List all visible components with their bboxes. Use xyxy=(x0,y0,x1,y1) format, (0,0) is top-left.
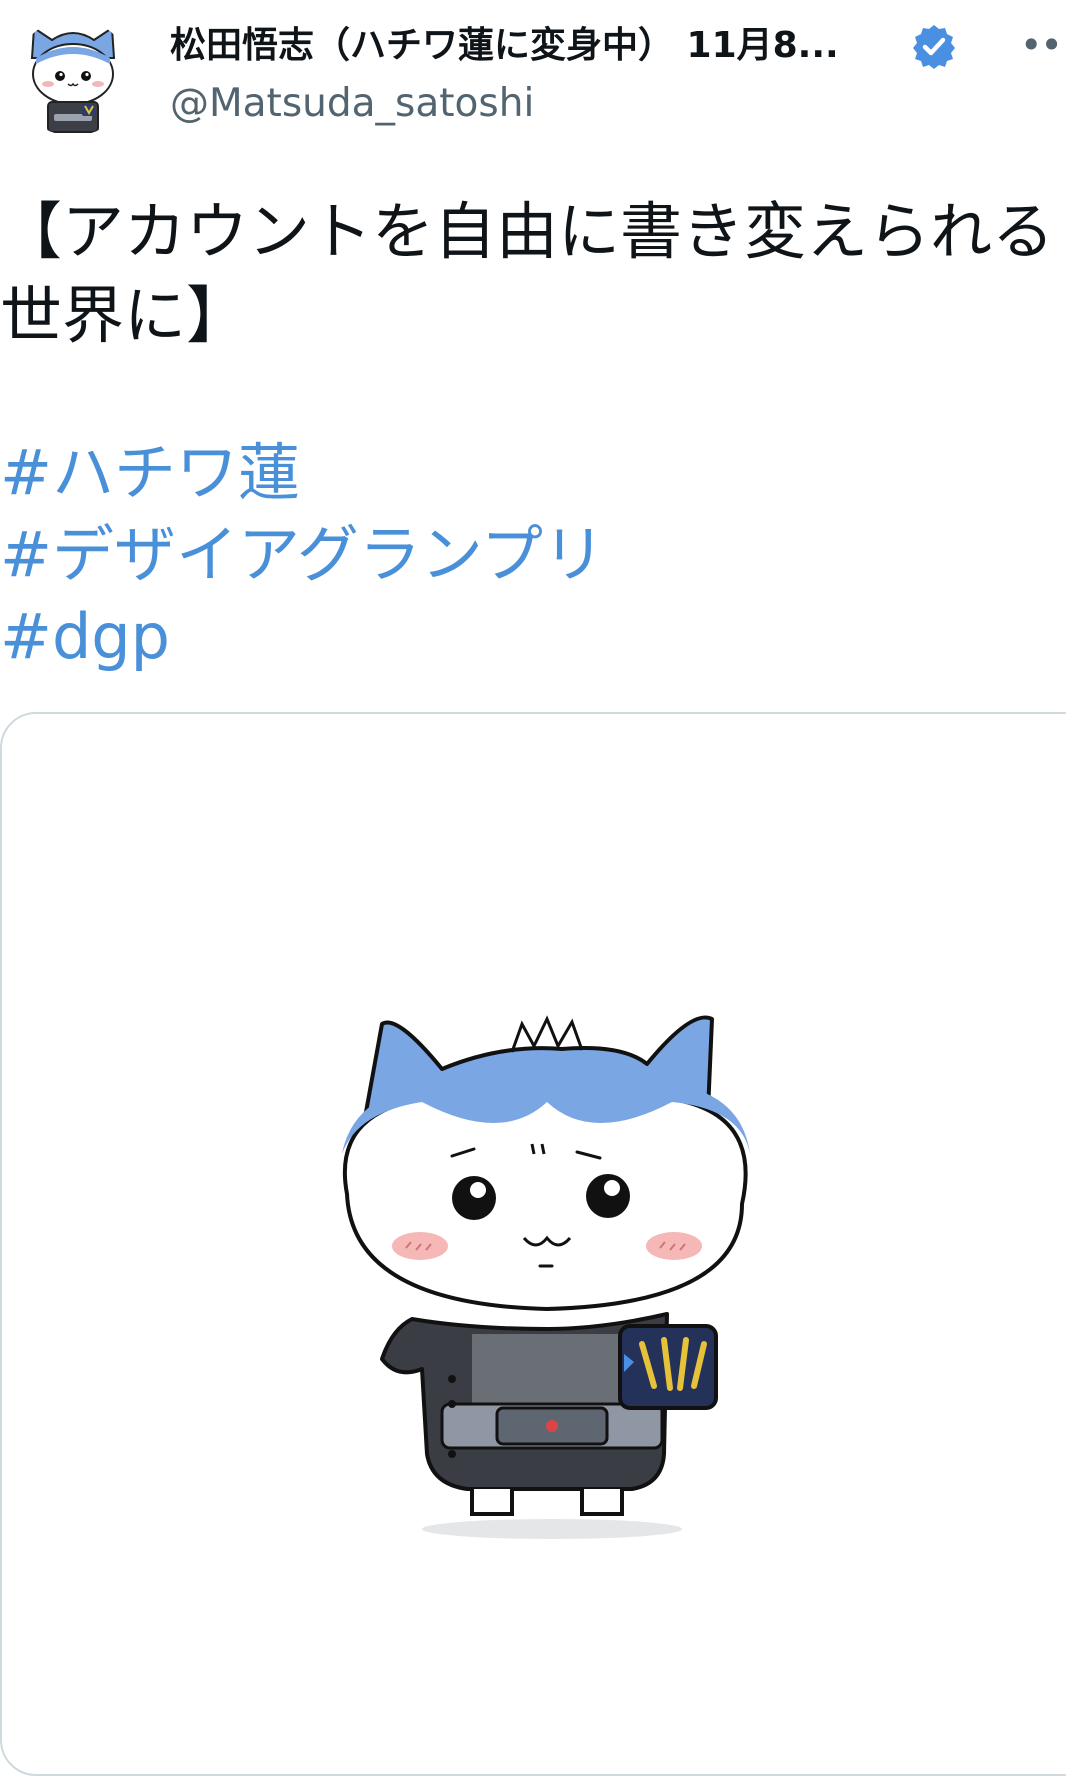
hashtag-link[interactable]: #ハチワ蓮 xyxy=(0,432,1066,514)
hashtag-list: #ハチワ蓮 #デザイアグランプリ #dgp xyxy=(0,432,1066,678)
tweet-media[interactable] xyxy=(0,712,1066,1776)
hashtag-link[interactable]: #dgp xyxy=(0,596,1066,678)
author-avatar[interactable] xyxy=(14,18,132,136)
verified-badge-icon xyxy=(913,25,955,69)
avatar-image xyxy=(30,26,116,133)
author-handle[interactable]: @Matsuda_satoshi xyxy=(170,80,534,128)
tweet-header: 松田悟志（ハチワ蓮に変身中） 11月8... ••• @Matsuda_sato… xyxy=(0,0,1066,140)
author-display-name[interactable]: 松田悟志（ハチワ蓮に変身中） 11月8... xyxy=(170,22,890,70)
more-options-icon[interactable]: ••• xyxy=(1020,26,1066,66)
character-illustration xyxy=(342,1015,750,1539)
tweet-text: 【アカウントを自由に書き変えられる 世界に】 xyxy=(0,195,1055,352)
hashtag-link[interactable]: #デザイアグランプリ xyxy=(0,514,1066,596)
